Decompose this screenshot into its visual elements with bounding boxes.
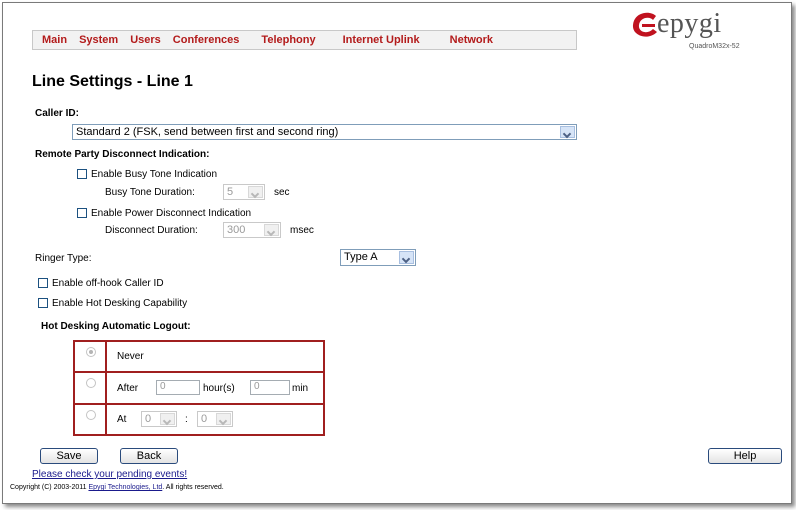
disconnect-duration-unit: msec	[290, 225, 314, 236]
at-hour-value: 0	[145, 413, 152, 426]
epygi-logo: epygi QuadroM32x-52	[630, 8, 780, 55]
nav-users[interactable]: Users	[130, 34, 161, 46]
chevron-down-icon	[399, 251, 414, 264]
caller-id-select[interactable]: Standard 2 (FSK, send between first and …	[72, 124, 577, 140]
chevron-down-icon	[264, 224, 279, 236]
caller-id-value: Standard 2 (FSK, send between first and …	[76, 126, 339, 138]
busy-tone-label: Enable Busy Tone Indication	[91, 169, 218, 180]
ringer-type-label: Ringer Type:	[35, 253, 92, 264]
logo-wordmark: epygi	[657, 8, 722, 39]
ringer-type-value: Type A	[344, 251, 378, 263]
minutes-input[interactable]: 0	[250, 379, 290, 395]
chevron-down-icon	[248, 186, 263, 198]
never-radio[interactable]	[86, 347, 96, 357]
power-disconnect-label: Enable Power Disconnect Indication	[91, 208, 252, 219]
disconnect-duration-select[interactable]: 300	[223, 222, 281, 238]
nav-system[interactable]: System	[79, 34, 118, 46]
nav-network[interactable]: Network	[450, 34, 493, 46]
hours-unit: hour(s)	[203, 382, 235, 394]
hot-desking-checkbox[interactable]	[38, 298, 48, 308]
never-label: Never	[117, 351, 144, 362]
at-hour-select[interactable]: 0	[141, 411, 177, 428]
ringer-type-select[interactable]: Type A	[340, 249, 416, 266]
copyright-footer: Copyright (C) 2003-2011 Epygi Technologi…	[10, 484, 224, 491]
copyright-suffix: . All rights reserved.	[162, 484, 224, 491]
hours-input[interactable]: 0	[156, 379, 200, 395]
offhook-caller-id-checkbox[interactable]	[38, 278, 48, 288]
logout-label: Hot Desking Automatic Logout:	[41, 321, 191, 332]
chevron-down-icon	[560, 126, 575, 138]
at-label: At	[117, 414, 127, 426]
nav-telephony[interactable]: Telephony	[261, 34, 315, 46]
disconnect-duration-label: Disconnect Duration:	[105, 225, 198, 236]
after-label: After	[117, 382, 139, 394]
busy-duration-unit: sec	[274, 187, 290, 198]
main-nav: Main System Users Conferences Telephony …	[32, 30, 577, 50]
after-radio[interactable]	[86, 377, 96, 388]
busy-duration-value: 5	[227, 186, 234, 198]
busy-tone-checkbox[interactable]	[77, 169, 87, 179]
device-model: QuadroM32x-52	[689, 43, 740, 50]
nav-main[interactable]: Main	[42, 34, 67, 46]
chevron-down-icon	[160, 413, 175, 426]
time-separator: :	[185, 414, 188, 426]
pending-events-link[interactable]: Please check your pending events!	[32, 469, 187, 480]
nav-internet-uplink[interactable]: Internet Uplink	[343, 34, 420, 46]
page-title: Line Settings - Line 1	[32, 73, 193, 90]
at-radio[interactable]	[86, 410, 96, 421]
copyright-prefix: Copyright (C) 2003-2011	[10, 484, 89, 491]
remote-disconnect-label: Remote Party Disconnect Indication:	[35, 149, 210, 160]
logo-swoosh-icon	[632, 12, 657, 37]
minutes-unit: min	[292, 382, 309, 394]
back-button[interactable]: Back	[120, 448, 178, 464]
power-disconnect-checkbox[interactable]	[77, 208, 87, 218]
hot-desking-label: Enable Hot Desking Capability	[52, 298, 188, 309]
disconnect-duration-value: 300	[227, 224, 246, 236]
help-button[interactable]: Help	[708, 448, 782, 464]
busy-duration-select[interactable]: 5	[223, 184, 265, 200]
offhook-caller-id-label: Enable off-hook Caller ID	[52, 278, 164, 289]
logout-options-table: Never After 0 hour(s) 0 min At 0 : 0	[73, 340, 325, 436]
at-minute-value: 0	[201, 413, 208, 426]
chevron-down-icon	[216, 413, 231, 426]
caller-id-label: Caller ID:	[35, 108, 79, 119]
busy-duration-label: Busy Tone Duration:	[105, 187, 195, 198]
save-button[interactable]: Save	[40, 448, 98, 464]
at-minute-select[interactable]: 0	[197, 411, 233, 428]
nav-conferences[interactable]: Conferences	[173, 34, 240, 46]
company-link[interactable]: Epygi Technologies, Ltd	[88, 484, 162, 491]
